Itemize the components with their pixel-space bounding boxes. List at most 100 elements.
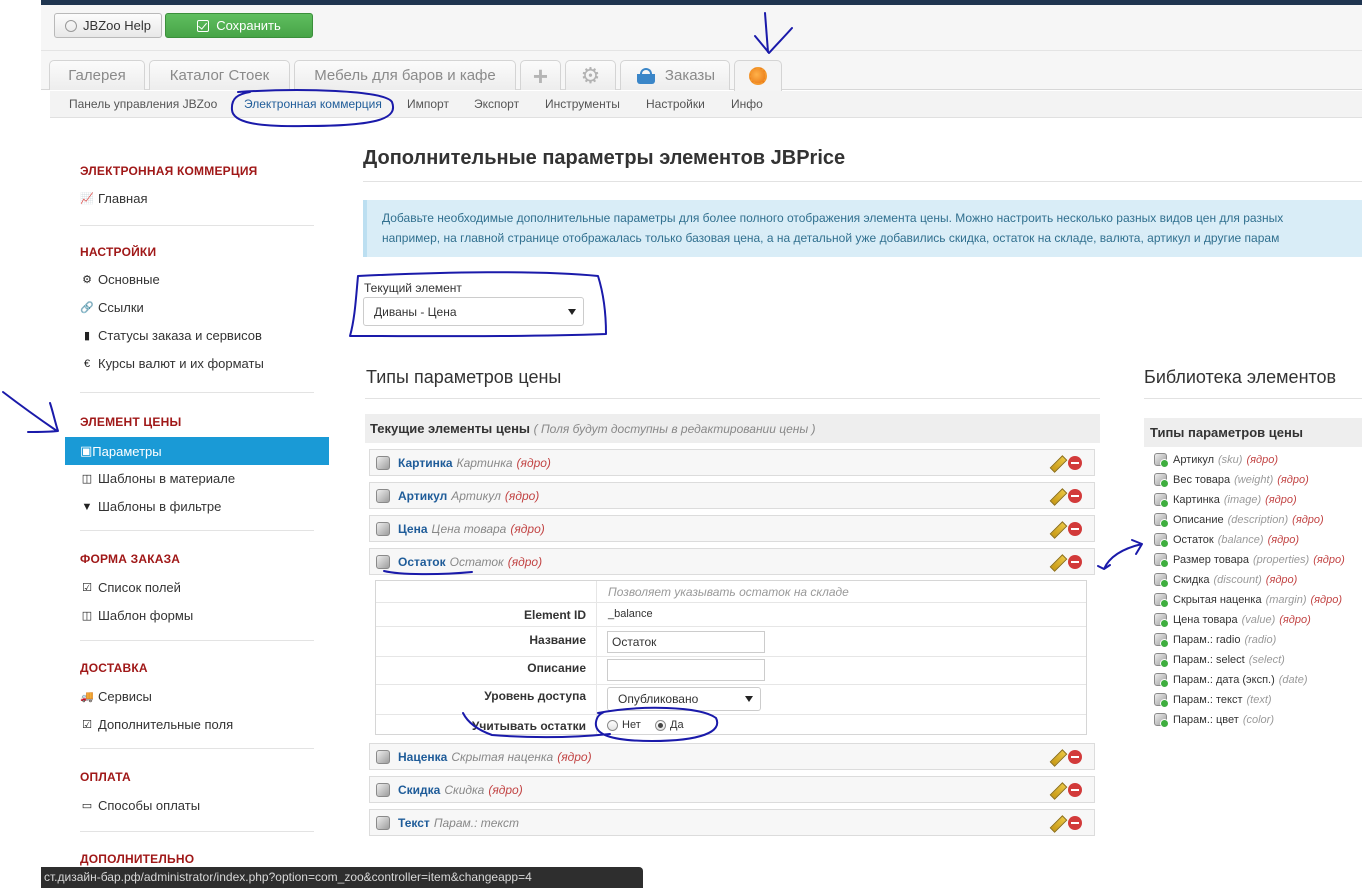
pencil-icon[interactable]	[1050, 783, 1064, 797]
cube-icon	[376, 554, 390, 569]
sidebar-item-basic[interactable]: ⚙ Основные	[80, 272, 160, 287]
sidebar-item-currencies[interactable]: € Курсы валют и их форматы	[80, 356, 264, 371]
delete-icon[interactable]	[1068, 783, 1082, 797]
library-item[interactable]: Парам.: цвет (color)	[1154, 713, 1274, 728]
tab-catalog[interactable]: Каталог Стоек	[149, 60, 290, 90]
description-input[interactable]	[607, 659, 765, 681]
checkbox-icon: ☑	[82, 582, 92, 594]
library-item[interactable]: Парам.: текст (text)	[1154, 693, 1272, 708]
divider	[376, 714, 1086, 715]
select-value: Диваны - Цена	[374, 304, 457, 319]
save-button[interactable]: Сохранить	[165, 13, 313, 38]
library-item-name: Скидка	[1173, 573, 1210, 586]
description-label: Описание	[527, 661, 586, 675]
library-item[interactable]: Цена товара (value) (ядро)	[1154, 613, 1311, 628]
cube-icon	[376, 782, 390, 797]
library-item[interactable]: Парам.: select (select)	[1154, 653, 1285, 668]
sidebar-item-links[interactable]: 🔗 Ссылки	[80, 300, 144, 315]
edit-check-icon	[197, 19, 210, 32]
delete-icon[interactable]	[1068, 522, 1082, 536]
link-icon: 🔗	[80, 302, 94, 314]
pencil-icon[interactable]	[1050, 555, 1064, 569]
sidebar-item-parameters[interactable]: ▣ Параметры	[65, 437, 329, 465]
library-item[interactable]: Артикул (sku) (ядро)	[1154, 453, 1278, 468]
library-item[interactable]: Размер товара (properties) (ядро)	[1154, 553, 1345, 568]
pencil-icon[interactable]	[1050, 816, 1064, 830]
tab-settings[interactable]: ⚙	[565, 60, 616, 90]
sidebar-item-payment-methods[interactable]: ▭ Способы оплаты	[80, 798, 200, 813]
help-button[interactable]: JBZoo Help	[54, 13, 162, 38]
library-item[interactable]: Скрытая наценка (margin) (ядро)	[1154, 593, 1342, 608]
library-item[interactable]: Парам.: radio (radio)	[1154, 633, 1277, 648]
sidebar-item-statuses[interactable]: ▮ Статусы заказа и сервисов	[80, 328, 262, 343]
delete-icon[interactable]	[1068, 750, 1082, 764]
tab-furniture[interactable]: Мебель для баров и кафе	[294, 60, 516, 90]
sidebar-item-home[interactable]: 📈 Главная	[80, 191, 147, 206]
delete-icon[interactable]	[1068, 489, 1082, 503]
element-id-label: Element ID	[523, 608, 586, 622]
access-level-select[interactable]: Опубликовано	[607, 687, 761, 711]
subnav-info[interactable]: Инфо	[731, 97, 763, 111]
cube-add-icon	[1154, 473, 1169, 488]
basket-icon	[635, 67, 657, 84]
library-item[interactable]: Остаток (balance) (ядро)	[1154, 533, 1299, 548]
divider	[376, 626, 1086, 627]
pencil-icon[interactable]	[1050, 489, 1064, 503]
name-input[interactable]: Остаток	[607, 631, 765, 653]
element-name: Картинка	[398, 455, 453, 470]
subnav-export[interactable]: Экспорт	[474, 97, 519, 111]
delete-icon[interactable]	[1068, 456, 1082, 470]
radio-no[interactable]: Нет	[607, 719, 641, 731]
library-item[interactable]: Картинка (image) (ядро)	[1154, 493, 1297, 508]
library-item-key: (radio)	[1244, 633, 1277, 646]
sidebar-item-field-list[interactable]: ☑ Список полей	[80, 580, 181, 595]
tab-gallery[interactable]: Галерея	[49, 60, 145, 90]
current-element-select[interactable]: Диваны - Цена	[363, 297, 584, 326]
price-element-row-expanded[interactable]: Остаток Остаток (ядро)	[369, 548, 1095, 575]
sidebar-item-form-template[interactable]: ◫ Шаблон формы	[80, 608, 193, 623]
library-item[interactable]: Описание (description) (ядро)	[1154, 513, 1324, 528]
pencil-icon[interactable]	[1050, 522, 1064, 536]
tab-label: Каталог Стоек	[169, 67, 270, 84]
subnav-dashboard[interactable]: Панель управления JBZoo	[69, 97, 217, 111]
library-item-key: (text)	[1246, 693, 1272, 706]
price-element-row[interactable]: Цена Цена товара (ядро)	[369, 515, 1095, 542]
divider	[80, 225, 314, 226]
sidebar-item-extra-fields[interactable]: ☑ Дополнительные поля	[80, 717, 233, 732]
pencil-icon[interactable]	[1050, 750, 1064, 764]
subnav-tools[interactable]: Инструменты	[545, 97, 620, 111]
price-element-row[interactable]: Картинка Картинка (ядро)	[369, 449, 1095, 476]
sidebar-item-label: Шаблоны в материале	[98, 471, 236, 486]
sidebar-item-item-templates[interactable]: ◫ Шаблоны в материале	[80, 471, 235, 486]
delete-icon[interactable]	[1068, 555, 1082, 569]
price-element-row[interactable]: Наценка Скрытая наценка (ядро)	[369, 743, 1095, 770]
tab-add[interactable]: +	[520, 60, 561, 90]
tab-ecommerce[interactable]	[734, 60, 782, 91]
library-item[interactable]: Парам.: дата (эксп.) (date)	[1154, 673, 1308, 688]
subnav-ecommerce[interactable]: Электронная коммерция	[244, 97, 382, 111]
radio-yes[interactable]: Да	[655, 719, 684, 731]
euro-icon: €	[83, 357, 91, 370]
element-name: Наценка	[398, 749, 448, 764]
delete-icon[interactable]	[1068, 816, 1082, 830]
library-item[interactable]: Вес товара (weight) (ядро)	[1154, 473, 1309, 488]
sidebar-item-services[interactable]: 🚚 Сервисы	[80, 689, 152, 704]
sidebar-item-filter-templates[interactable]: ▼ Шаблоны в фильтре	[80, 499, 222, 514]
price-element-row[interactable]: Артикул Артикул (ядро)	[369, 482, 1095, 509]
library-item-name: Картинка	[1173, 493, 1220, 506]
price-element-row[interactable]: Скидка Скидка (ядро)	[369, 776, 1095, 803]
tab-orders[interactable]: Заказы	[620, 60, 730, 90]
divider	[80, 748, 314, 749]
cube-icon	[376, 815, 390, 830]
radio-circle-checked	[655, 719, 666, 731]
price-element-row[interactable]: Текст Парам.: текст	[369, 809, 1095, 836]
core-tag: (ядро)	[557, 749, 592, 764]
library-item[interactable]: Скидка (discount) (ядро)	[1154, 573, 1297, 588]
library-item-key: (balance)	[1217, 533, 1264, 546]
pencil-icon[interactable]	[1050, 456, 1064, 470]
cube-icon	[376, 521, 390, 536]
library-item-key: (image)	[1223, 493, 1262, 506]
subnav-settings[interactable]: Настройки	[646, 97, 705, 111]
subnav-import[interactable]: Импорт	[407, 97, 449, 111]
library-item-name: Скрытая наценка	[1173, 593, 1262, 606]
